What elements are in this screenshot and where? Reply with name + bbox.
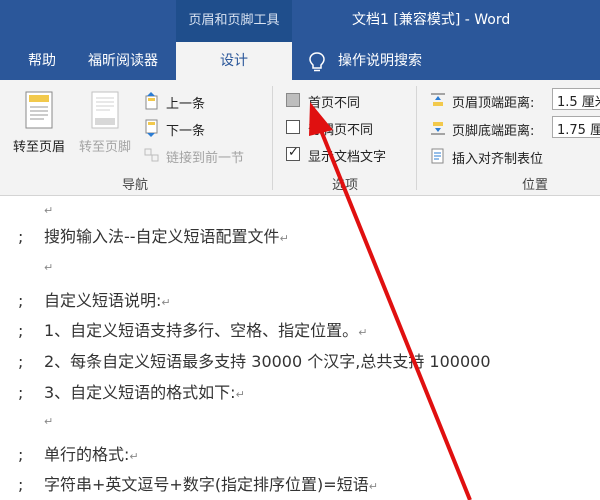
document-line: ; 搜狗输入法--自定义短语配置文件↵ bbox=[18, 227, 289, 246]
position-group-label: 位置 bbox=[521, 178, 548, 193]
goto-footer-button[interactable]: 转至页脚 bbox=[74, 90, 136, 155]
document-area[interactable]: ↵ ; 搜狗输入法--自定义短语配置文件↵ ↵ ; 自定义短语说明:↵ ; 1、自定义… bbox=[0, 197, 600, 500]
document-line: ↵ bbox=[44, 204, 54, 217]
ribbon: 转至页眉 转至页脚 上一条 下一条 链接到前一节 导航 首页不同 奇偶页不同 ✓… bbox=[0, 80, 600, 196]
ribbon-separator bbox=[416, 86, 417, 190]
different-first-page-box[interactable] bbox=[286, 93, 300, 107]
footer-page-icon bbox=[91, 91, 119, 129]
lightbulb-icon bbox=[309, 52, 325, 72]
footer-from-bottom-label: 页脚底端距离: bbox=[452, 124, 535, 139]
header-page-icon bbox=[25, 91, 53, 129]
footer-position-icon bbox=[431, 122, 445, 135]
header-from-top-row: 页眉顶端距离: 1.5 厘米 bbox=[430, 88, 600, 112]
different-odd-even-box[interactable] bbox=[286, 120, 300, 134]
previous-icon bbox=[145, 92, 158, 110]
navigation-group-label: 导航 bbox=[121, 178, 148, 193]
tell-me-search[interactable]: 操作说明搜索 bbox=[300, 42, 480, 80]
tab-help[interactable]: 帮助 bbox=[14, 42, 70, 80]
document-line: ↵ bbox=[44, 415, 54, 428]
ribbon-separator bbox=[272, 86, 273, 190]
header-position-icon bbox=[431, 93, 445, 106]
different-first-page-label: 首页不同 bbox=[308, 96, 361, 111]
header-from-top-input[interactable]: 1.5 厘米 bbox=[552, 88, 600, 110]
alignment-tab-icon bbox=[431, 148, 444, 164]
contextual-tab-group-label: 页眉和页脚工具 bbox=[188, 13, 280, 28]
different-odd-even-label: 奇偶页不同 bbox=[308, 123, 374, 138]
insert-alignment-tab-label: 插入对齐制表位 bbox=[452, 152, 544, 167]
document-line: ↵ bbox=[44, 261, 54, 274]
previous-label: 上一条 bbox=[166, 97, 206, 112]
tell-me-search-label: 操作说明搜索 bbox=[338, 53, 422, 69]
tab-design[interactable]: 设计 bbox=[176, 42, 292, 80]
footer-from-bottom-input[interactable]: 1.75 厘 bbox=[552, 116, 600, 138]
document-line: ; 自定义短语说明:↵ bbox=[18, 291, 171, 310]
tab-foxit-reader[interactable]: 福昕阅读器 bbox=[78, 42, 168, 80]
link-icon bbox=[144, 148, 159, 162]
options-group-label: 选项 bbox=[331, 178, 358, 193]
ribbon-tab-row: 帮助 福昕阅读器 设计 操作说明搜索 bbox=[0, 42, 600, 80]
link-to-previous-label: 链接到前一节 bbox=[166, 151, 245, 166]
document-line: ; 1、自定义短语支持多行、空格、指定位置。↵ bbox=[18, 321, 368, 340]
show-document-text-label: 显示文档文字 bbox=[308, 150, 387, 165]
goto-header-label: 转至页眉 bbox=[12, 140, 65, 155]
document-line: ; 单行的格式:↵ bbox=[18, 445, 139, 464]
document-line: ; 字符串+英文逗号+数字(指定排序位置)=短语↵ bbox=[18, 475, 378, 494]
next-label: 下一条 bbox=[166, 124, 206, 139]
document-title: 文档1 [兼容模式] - Word bbox=[352, 12, 511, 28]
next-icon bbox=[145, 119, 158, 137]
goto-footer-label: 转至页脚 bbox=[78, 140, 131, 155]
footer-from-bottom-row: 页脚底端距离: 1.75 厘 bbox=[430, 116, 600, 140]
show-document-text-box[interactable] bbox=[286, 145, 300, 161]
goto-header-button[interactable]: 转至页眉 bbox=[8, 90, 70, 155]
insert-alignment-tab-button[interactable]: 插入对齐制表位 bbox=[430, 144, 600, 168]
header-from-top-label: 页眉顶端距离: bbox=[452, 96, 535, 111]
document-line: ; 2、每条自定义短语最多支持 30000 个汉字,总共支持 100000 bbox=[18, 352, 491, 371]
document-line: ; 3、自定义短语的格式如下:↵ bbox=[18, 383, 245, 402]
